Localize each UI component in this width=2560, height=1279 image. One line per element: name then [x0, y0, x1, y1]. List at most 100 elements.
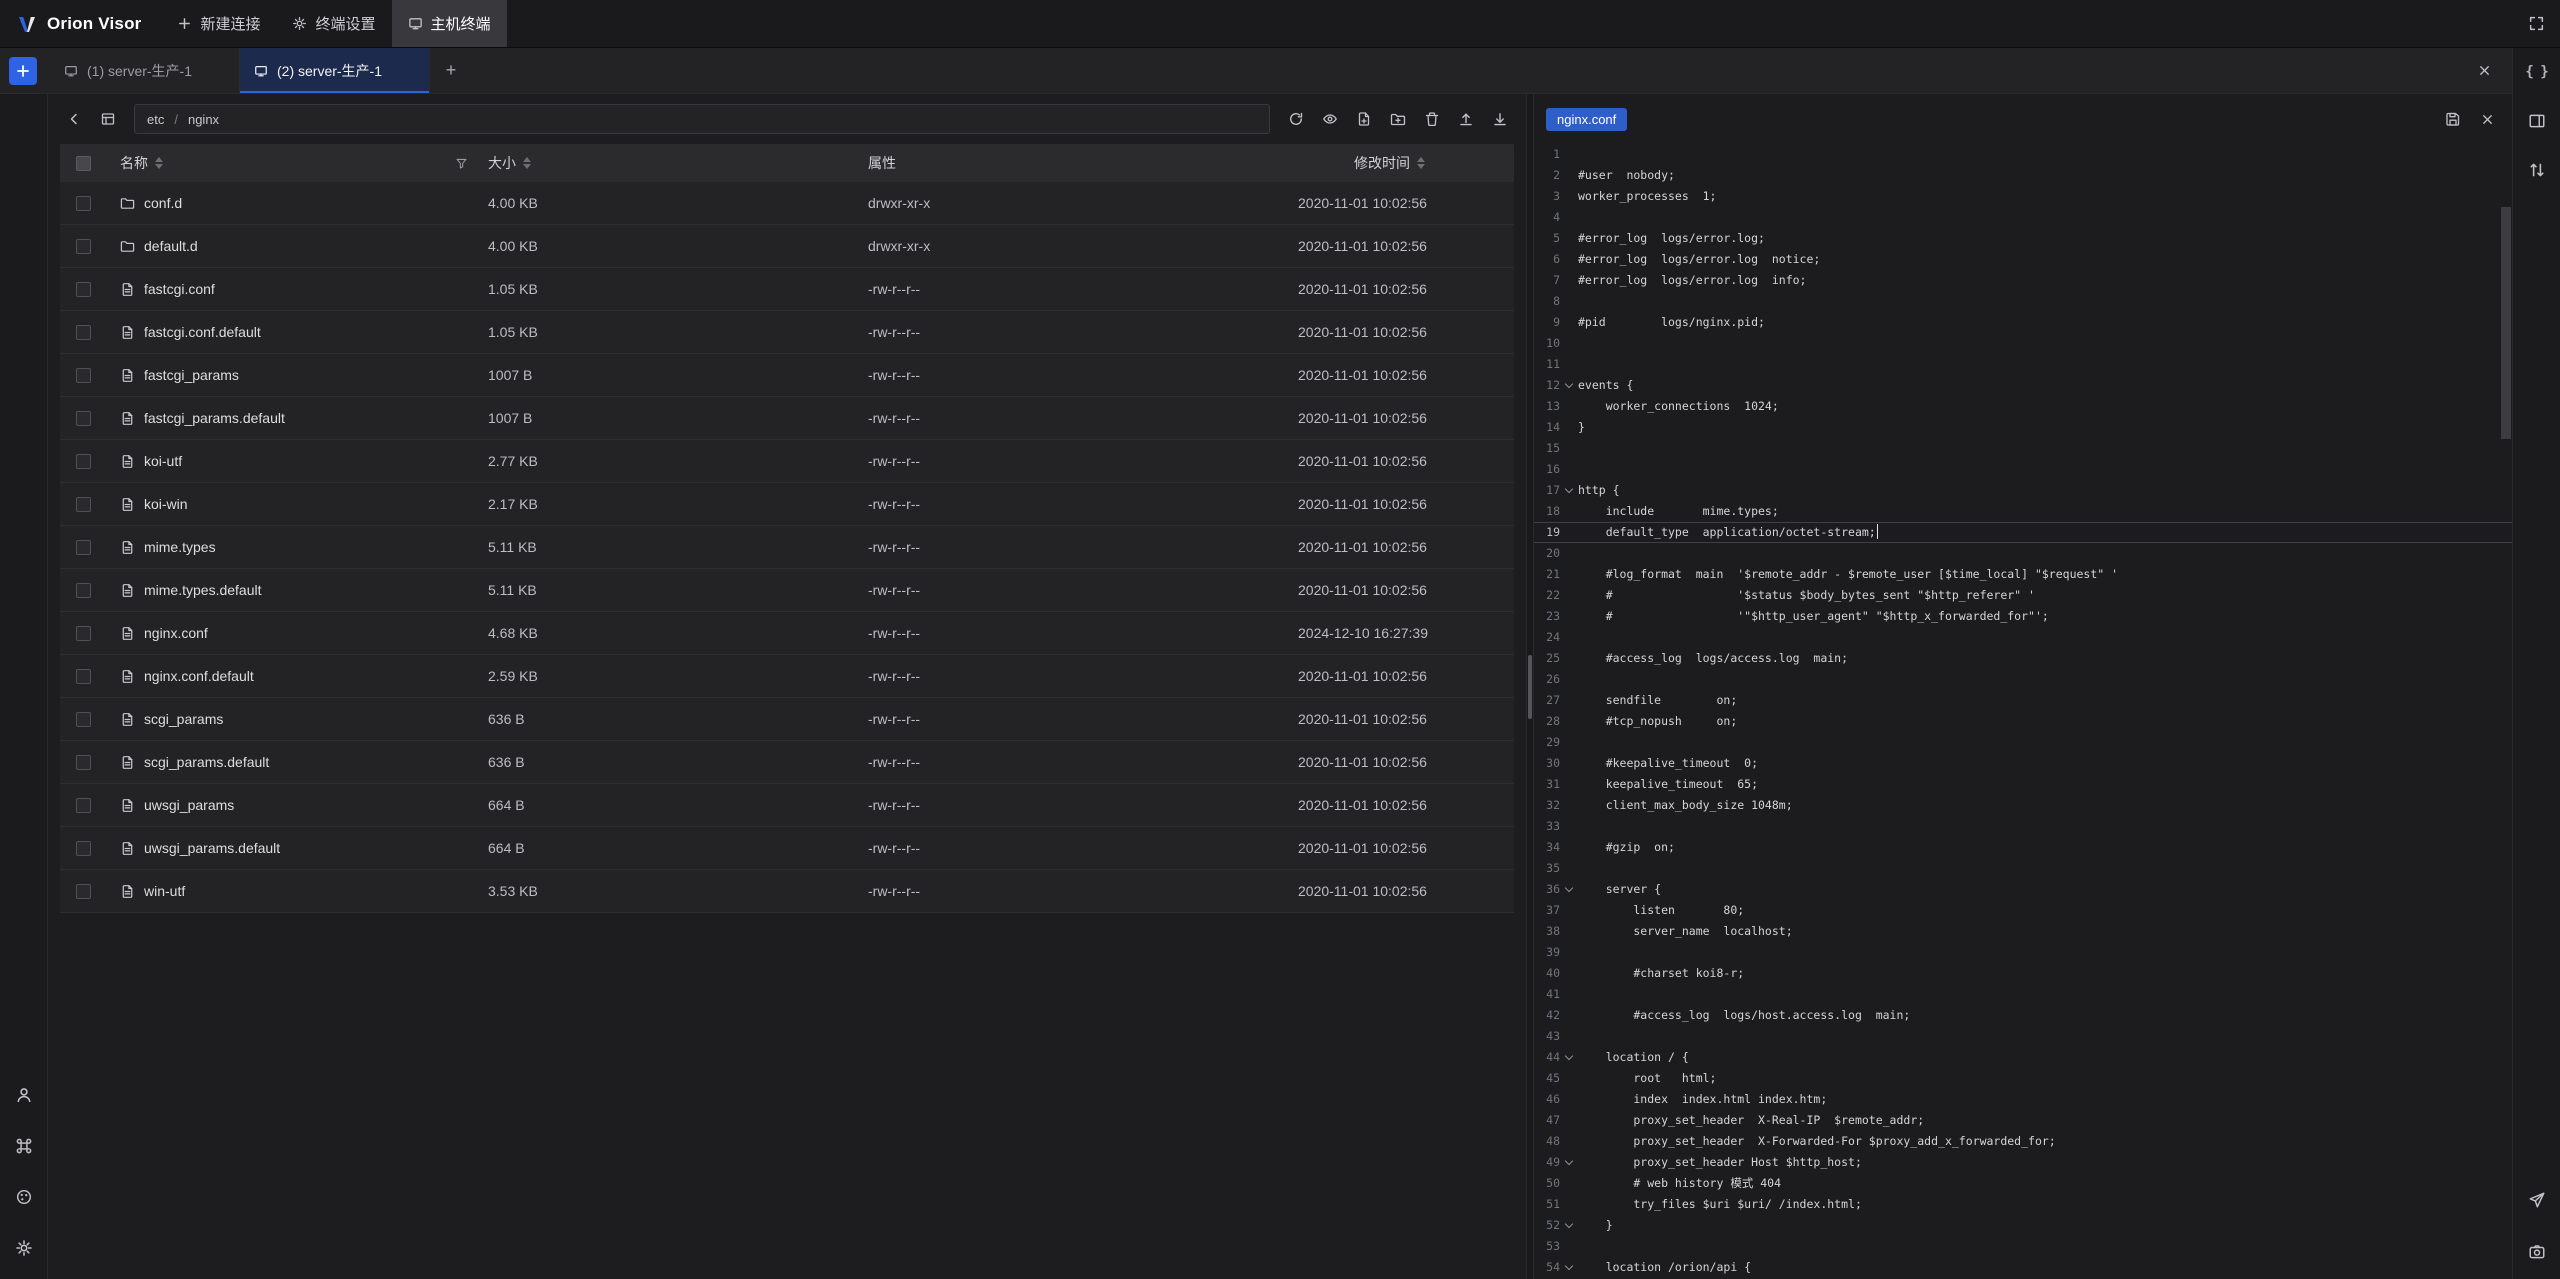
column-header-attrs[interactable]: 属性	[860, 153, 1290, 173]
row-checkbox[interactable]	[60, 368, 106, 383]
code-line[interactable]: 23 # '"$http_user_agent" "$http_x_forwar…	[1534, 606, 2512, 627]
code-line[interactable]: 44 location / {	[1534, 1047, 2512, 1068]
keyboard-shortcuts-button[interactable]	[9, 1131, 39, 1161]
code-line[interactable]: 22 # '$status $body_bytes_sent "$http_re…	[1534, 585, 2512, 606]
fold-chevron-icon[interactable]	[1560, 1152, 1578, 1173]
new-folder-button[interactable]	[1384, 105, 1412, 133]
code-text[interactable]: location / {	[1578, 1047, 2512, 1068]
row-checkbox[interactable]	[60, 626, 106, 641]
code-text[interactable]: #keepalive_timeout 0;	[1578, 753, 2512, 774]
code-line[interactable]: 9#pid logs/nginx.pid;	[1534, 312, 2512, 333]
row-checkbox[interactable]	[60, 798, 106, 813]
row-checkbox[interactable]	[60, 540, 106, 555]
fold-chevron-icon[interactable]	[1560, 375, 1578, 396]
code-text[interactable]: listen 80;	[1578, 900, 2512, 921]
code-text[interactable]: #pid logs/nginx.pid;	[1578, 312, 2512, 333]
code-line[interactable]: 14}	[1534, 417, 2512, 438]
code-line[interactable]: 32 client_max_body_size 1048m;	[1534, 795, 2512, 816]
table-row[interactable]: default.d4.00 KBdrwxr-xr-x2020-11-01 10:…	[60, 225, 1514, 268]
code-line[interactable]: 24	[1534, 627, 2512, 648]
breadcrumb-segment-etc[interactable]: etc	[147, 112, 164, 127]
new-terminal-button[interactable]	[9, 57, 37, 85]
tab-server-1[interactable]: (1) server-生产-1	[50, 48, 240, 93]
select-all-checkbox[interactable]	[60, 156, 106, 171]
row-checkbox[interactable]	[60, 497, 106, 512]
code-text[interactable]: # '"$http_user_agent" "$http_x_forwarded…	[1578, 606, 2512, 627]
code-text[interactable]	[1578, 816, 2512, 837]
code-text[interactable]: proxy_set_header X-Forwarded-For $proxy_…	[1578, 1131, 2512, 1152]
code-text[interactable]: proxy_set_header Host $http_host;	[1578, 1152, 2512, 1173]
row-checkbox[interactable]	[60, 583, 106, 598]
row-checkbox[interactable]	[60, 282, 106, 297]
code-text[interactable]	[1578, 333, 2512, 354]
file-name-cell[interactable]: mime.types	[106, 539, 480, 555]
list-view-button[interactable]	[94, 105, 122, 133]
sort-icon[interactable]	[523, 157, 531, 169]
snippets-button[interactable]: { }	[2522, 57, 2552, 87]
code-line[interactable]: 15	[1534, 438, 2512, 459]
code-text[interactable]: events {	[1578, 375, 2512, 396]
fullscreen-button[interactable]	[2512, 0, 2560, 48]
file-name-cell[interactable]: fastcgi_params	[106, 367, 480, 383]
code-line[interactable]: 53	[1534, 1236, 2512, 1257]
back-button[interactable]	[60, 105, 88, 133]
tab-server-2-active[interactable]: (2) server-生产-1	[240, 48, 430, 93]
code-line[interactable]: 19 default_type application/octet-stream…	[1534, 522, 2512, 543]
row-checkbox[interactable]	[60, 325, 106, 340]
row-checkbox[interactable]	[60, 884, 106, 899]
row-checkbox[interactable]	[60, 196, 106, 211]
code-line[interactable]: 40 #charset koi8-r;	[1534, 963, 2512, 984]
code-line[interactable]: 49 proxy_set_header Host $http_host;	[1534, 1152, 2512, 1173]
file-name-cell[interactable]: win-utf	[106, 883, 480, 899]
code-line[interactable]: 37 listen 80;	[1534, 900, 2512, 921]
code-line[interactable]: 2#user nobody;	[1534, 165, 2512, 186]
editor-scrollbar[interactable]	[2501, 207, 2511, 439]
transfer-list-button[interactable]	[2522, 155, 2552, 185]
table-row[interactable]: mime.types.default5.11 KB-rw-r--r--2020-…	[60, 569, 1514, 612]
settings-button[interactable]	[9, 1233, 39, 1263]
table-row[interactable]: fastcgi.conf.default1.05 KB-rw-r--r--202…	[60, 311, 1514, 354]
breadcrumb-segment-nginx[interactable]: nginx	[188, 112, 219, 127]
file-name-cell[interactable]: scgi_params	[106, 711, 480, 727]
code-text[interactable]	[1578, 984, 2512, 1005]
table-row[interactable]: fastcgi_params.default1007 B-rw-r--r--20…	[60, 397, 1514, 440]
code-line[interactable]: 21 #log_format main '$remote_addr - $rem…	[1534, 564, 2512, 585]
table-row[interactable]: scgi_params636 B-rw-r--r--2020-11-01 10:…	[60, 698, 1514, 741]
code-line[interactable]: 26	[1534, 669, 2512, 690]
table-row[interactable]: scgi_params.default636 B-rw-r--r--2020-1…	[60, 741, 1514, 784]
table-row[interactable]: uwsgi_params.default664 B-rw-r--r--2020-…	[60, 827, 1514, 870]
code-line[interactable]: 33	[1534, 816, 2512, 837]
code-text[interactable]: worker_processes 1;	[1578, 186, 2512, 207]
table-row[interactable]: nginx.conf.default2.59 KB-rw-r--r--2020-…	[60, 655, 1514, 698]
file-name-cell[interactable]: scgi_params.default	[106, 754, 480, 770]
add-tab-button[interactable]: +	[436, 56, 466, 86]
code-text[interactable]	[1578, 669, 2512, 690]
file-name-cell[interactable]: koi-utf	[106, 453, 480, 469]
code-text[interactable]	[1578, 459, 2512, 480]
row-checkbox[interactable]	[60, 454, 106, 469]
table-row[interactable]: nginx.conf4.68 KB-rw-r--r--2024-12-10 16…	[60, 612, 1514, 655]
code-line[interactable]: 11	[1534, 354, 2512, 375]
panel-splitter[interactable]	[1526, 94, 1534, 1279]
code-line[interactable]: 39	[1534, 942, 2512, 963]
code-text[interactable]	[1578, 438, 2512, 459]
new-file-button[interactable]	[1350, 105, 1378, 133]
file-name-cell[interactable]: uwsgi_params	[106, 797, 480, 813]
upload-button[interactable]	[1452, 105, 1480, 133]
code-line[interactable]: 31 keepalive_timeout 65;	[1534, 774, 2512, 795]
show-hidden-button[interactable]	[1316, 105, 1344, 133]
code-line[interactable]: 12events {	[1534, 375, 2512, 396]
download-button[interactable]	[1486, 105, 1514, 133]
code-line[interactable]: 10	[1534, 333, 2512, 354]
save-file-button[interactable]	[2440, 106, 2466, 132]
code-line[interactable]: 25 #access_log logs/access.log main;	[1534, 648, 2512, 669]
code-text[interactable]	[1578, 543, 2512, 564]
row-checkbox[interactable]	[60, 755, 106, 770]
menu-host-terminal[interactable]: 主机终端	[392, 0, 507, 47]
code-text[interactable]: #access_log logs/access.log main;	[1578, 648, 2512, 669]
code-line[interactable]: 13 worker_connections 1024;	[1534, 396, 2512, 417]
code-line[interactable]: 18 include mime.types;	[1534, 501, 2512, 522]
code-line[interactable]: 46 index index.html index.htm;	[1534, 1089, 2512, 1110]
code-line[interactable]: 20	[1534, 543, 2512, 564]
code-text[interactable]	[1578, 207, 2512, 228]
